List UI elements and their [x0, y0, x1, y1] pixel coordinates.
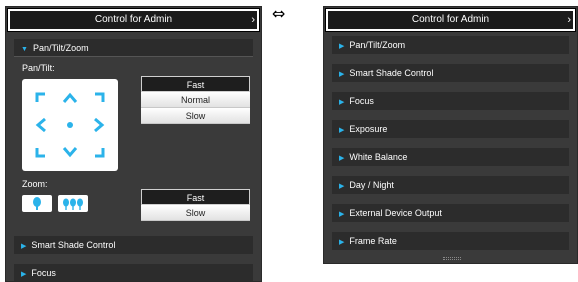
section-day-night[interactable]: ▶ Day / Night [332, 176, 569, 194]
down-arrow-icon[interactable] [57, 139, 83, 165]
pan-tilt-speed-slow[interactable]: Slow [141, 108, 250, 124]
panel-title: Control for Admin [94, 14, 173, 25]
collapsed-triangle-icon: ▶ [339, 239, 345, 246]
section-label: Frame Rate [349, 236, 397, 246]
section-pan-tilt-zoom[interactable]: ▼ Pan/Tilt/Zoom [14, 39, 253, 57]
section-external-device-output[interactable]: ▶ External Device Output [332, 204, 569, 222]
collapsed-triangle-icon: ▶ [21, 243, 27, 250]
section-label: Focus [31, 268, 56, 278]
zoom-wide-tree-icon[interactable] [22, 195, 52, 212]
control-panel-expanded: Control for Admin › ▼ Pan/Tilt/Zoom Pan/T… [5, 6, 262, 282]
section-label: Focus [349, 96, 374, 106]
section-pan-tilt-zoom[interactable]: ▶ Pan/Tilt/Zoom [332, 36, 569, 54]
panel-title: Control for Admin [411, 14, 490, 25]
pan-tilt-speed-normal[interactable]: Normal [141, 92, 250, 108]
section-label: Smart Shade Control [31, 240, 116, 250]
section-label: Pan/Tilt/Zoom [349, 40, 406, 50]
control-panel-collapsed: Control for Admin › ▶ Pan/Tilt/Zoom ▶ Smar… [323, 6, 578, 264]
section-label: Pan/Tilt/Zoom [32, 43, 89, 53]
right-arrow-icon[interactable] [86, 112, 112, 138]
section-label: White Balance [349, 152, 408, 162]
section-focus[interactable]: ▶ Focus [14, 264, 253, 281]
section-label: Smart Shade Control [349, 68, 434, 78]
collapsed-triangle-icon: ▶ [339, 43, 345, 50]
up-left-arrow-icon[interactable] [28, 85, 54, 111]
section-label: Day / Night [349, 180, 394, 190]
zoom-label: Zoom: [22, 179, 48, 189]
zoom-speed-selector: Fast Slow [141, 189, 250, 221]
up-arrow-icon[interactable] [57, 85, 83, 111]
home-dot-icon[interactable] [57, 112, 83, 138]
zoom-speed-slow[interactable]: Slow [141, 205, 250, 221]
section-exposure[interactable]: ▶ Exposure [332, 120, 569, 138]
expanded-triangle-icon: ▼ [21, 46, 28, 53]
section-label: External Device Output [349, 208, 442, 218]
left-arrow-icon[interactable] [28, 112, 54, 138]
comparison-double-arrow: ⇔ [272, 4, 286, 23]
collapsed-triangle-icon: ▶ [339, 183, 345, 190]
collapsed-triangle-icon: ▶ [339, 155, 345, 162]
collapsed-triangle-icon: ▶ [339, 127, 345, 134]
section-white-balance[interactable]: ▶ White Balance [332, 148, 569, 166]
pan-tilt-label: Pan/Tilt: [22, 63, 55, 73]
pan-tilt-speed-fast[interactable]: Fast [141, 76, 250, 92]
collapse-chevron-icon[interactable]: › [251, 11, 255, 29]
down-right-arrow-icon[interactable] [86, 139, 112, 165]
resize-grip-icon[interactable] [443, 257, 461, 260]
pan-tilt-speed-selector: Fast Normal Slow [141, 76, 250, 124]
panel-header[interactable]: Control for Admin › [7, 8, 260, 32]
section-focus[interactable]: ▶ Focus [332, 92, 569, 110]
collapsed-triangle-icon: ▶ [339, 99, 345, 106]
section-smart-shade-control[interactable]: ▶ Smart Shade Control [332, 64, 569, 82]
collapsed-triangle-icon: ▶ [339, 211, 345, 218]
collapsed-triangle-icon: ▶ [339, 71, 345, 78]
zoom-speed-fast[interactable]: Fast [141, 189, 250, 205]
panel-header[interactable]: Control for Admin › [325, 8, 576, 32]
up-right-arrow-icon[interactable] [86, 85, 112, 111]
pan-tilt-pad [22, 79, 118, 171]
zoom-tele-trees-icon[interactable] [58, 195, 88, 212]
section-frame-rate[interactable]: ▶ Frame Rate [332, 232, 569, 250]
collapsed-triangle-icon: ▶ [21, 271, 27, 278]
section-smart-shade-control[interactable]: ▶ Smart Shade Control [14, 236, 253, 254]
section-label: Exposure [349, 124, 388, 134]
down-left-arrow-icon[interactable] [28, 139, 54, 165]
collapse-chevron-icon[interactable]: › [567, 11, 571, 29]
